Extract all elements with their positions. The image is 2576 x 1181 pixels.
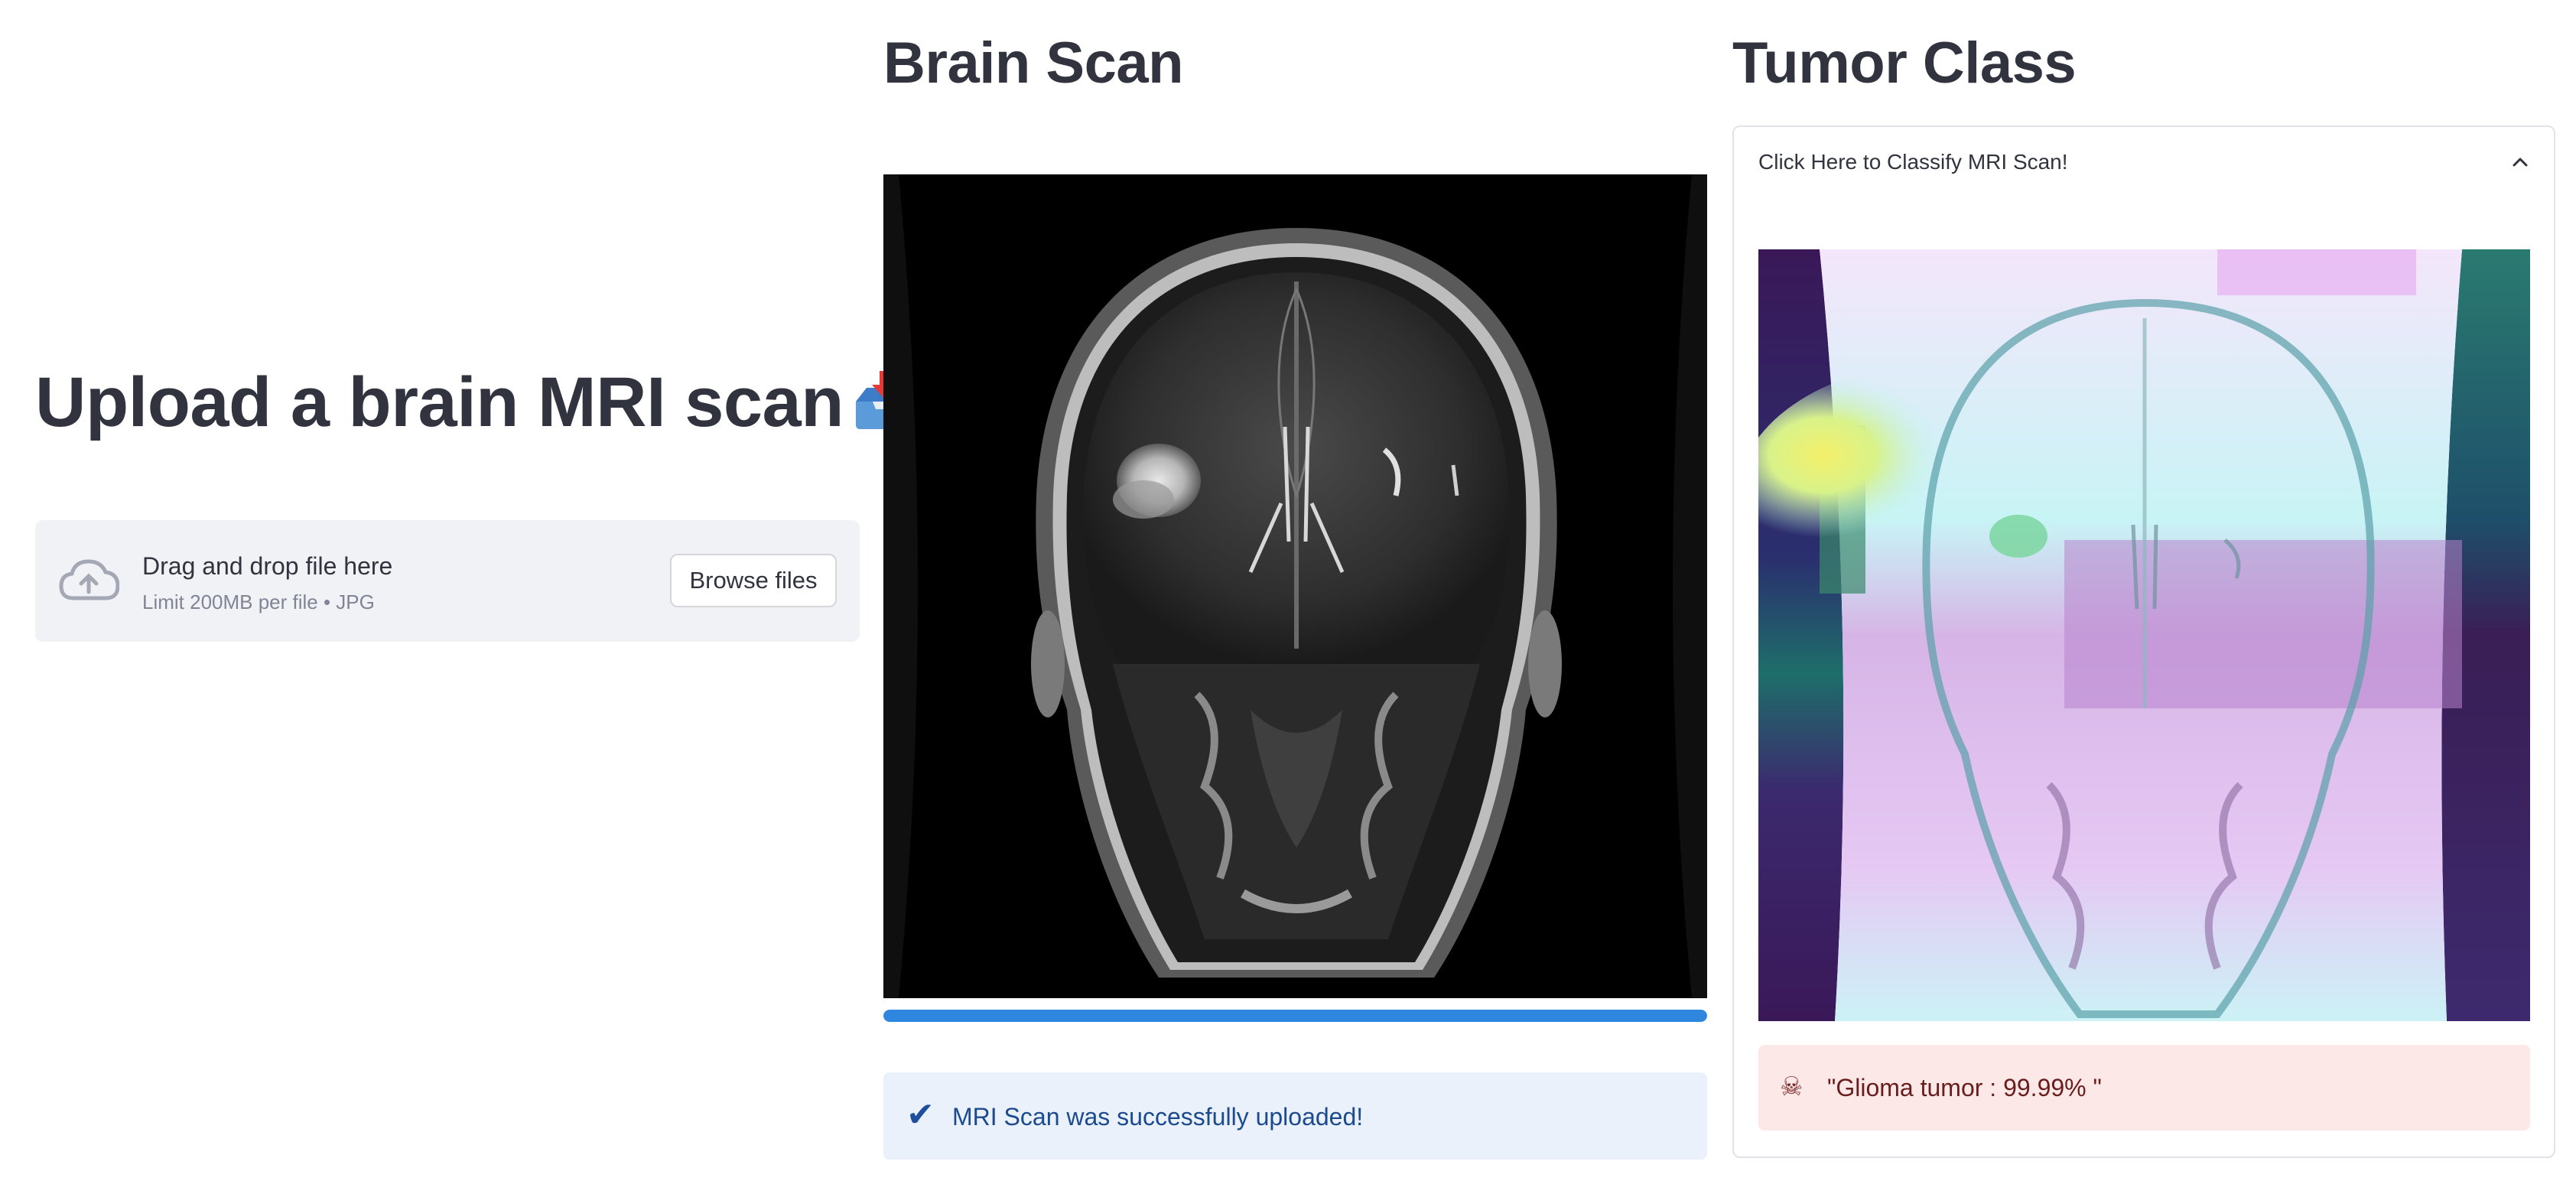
prediction-result-text: "Glioma tumor : 99.99% "	[1827, 1074, 2102, 1101]
chevron-up-icon[interactable]	[2509, 151, 2531, 173]
mri-scan-image	[883, 174, 1707, 998]
upload-heading: Upload a brain MRI scan	[35, 367, 917, 438]
upload-progress-fill	[883, 1010, 1707, 1022]
cloud-upload-icon	[59, 559, 119, 600]
prediction-result-alert: ☠ "Glioma tumor : 99.99% "	[1758, 1045, 2530, 1131]
classify-expander: Click Here to Classify MRI Scan! ☠ "Glio…	[1732, 125, 2555, 1158]
browse-files-button[interactable]: Browse files	[670, 554, 837, 607]
dropzone-limit: Limit 200MB per file • JPG	[142, 590, 375, 613]
classify-expander-label: Click Here to Classify MRI Scan!	[1758, 150, 2068, 174]
file-dropzone[interactable]: Drag and drop file here Limit 200MB per …	[35, 520, 860, 642]
classify-expander-header[interactable]: Click Here to Classify MRI Scan!	[1734, 127, 2554, 197]
check-icon: ✔	[906, 1096, 935, 1134]
tumor-class-heading: Tumor Class	[1732, 31, 2077, 96]
dropzone-instruction: Drag and drop file here	[142, 552, 393, 580]
upload-heading-text: Upload a brain MRI scan	[35, 363, 844, 441]
success-alert: ✔ MRI Scan was successfully uploaded!	[883, 1072, 1707, 1160]
upload-progress-bar	[883, 1010, 1707, 1022]
skull-icon: ☠	[1780, 1072, 1804, 1101]
brain-scan-heading: Brain Scan	[883, 31, 1184, 96]
gradcam-heatmap-image	[1758, 249, 2530, 1021]
success-message: MRI Scan was successfully uploaded!	[952, 1103, 1364, 1131]
